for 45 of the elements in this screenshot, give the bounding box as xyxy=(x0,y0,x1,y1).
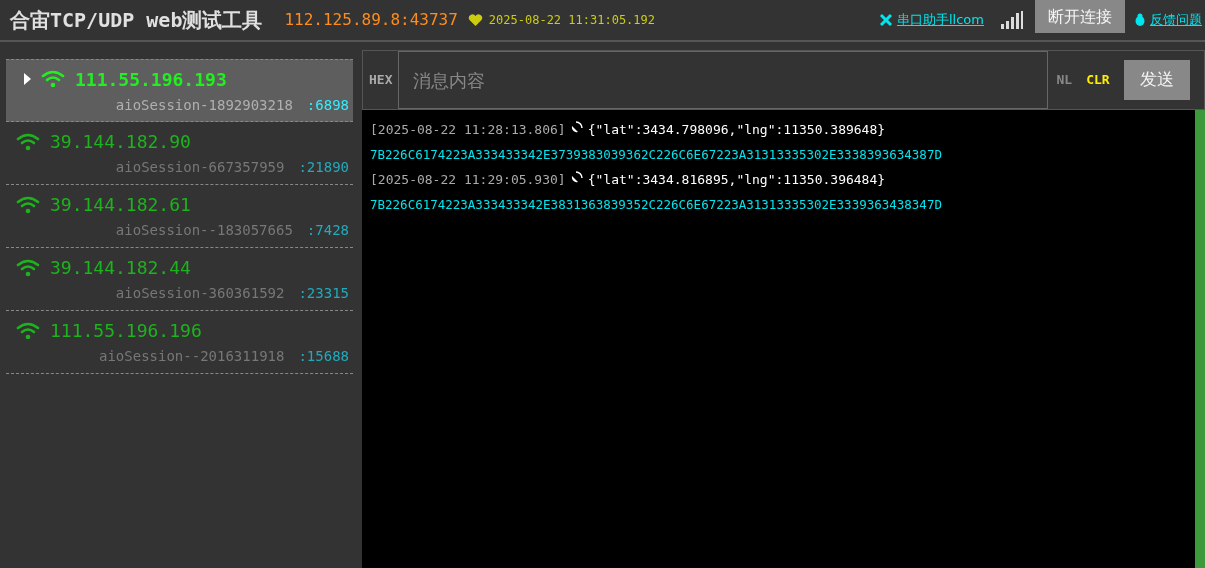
session-ip: 111.55.196.196 xyxy=(50,319,202,343)
session-ip: 111.55.196.193 xyxy=(75,67,227,92)
clear-button[interactable]: CLR xyxy=(1086,70,1110,90)
signal-icon xyxy=(1000,10,1024,30)
session-name: aioSession-360361592 xyxy=(115,284,285,303)
session-port: :23315 xyxy=(298,284,349,303)
session-name: aioSession-667357959 xyxy=(115,158,285,177)
session-port: :21890 xyxy=(298,158,349,177)
message-field[interactable]: 消息内容 xyxy=(398,51,1049,109)
tool-link[interactable]: 串口助手llcom xyxy=(897,10,984,30)
server-address: 112.125.89.8:43737 xyxy=(284,9,458,31)
session-item[interactable]: 111.55.196.193 aioSession-1892903218 :6898 xyxy=(6,59,353,122)
log-time: [2025-08-22 11:29:05.930] xyxy=(370,171,566,190)
session-ip: 39.144.182.61 xyxy=(50,193,191,217)
session-ip: 39.144.182.90 xyxy=(50,130,191,154)
send-button[interactable]: 发送 xyxy=(1123,60,1190,100)
session-port: :15688 xyxy=(298,347,349,366)
timestamp: 2025-08-22 11:31:05.192 xyxy=(488,12,655,29)
session-item[interactable]: 39.144.182.90 aioSession-667357959 :21890 xyxy=(6,122,353,185)
log-message: {"lat":3434.798096,"lng":11350.389648} xyxy=(587,121,886,139)
wifi-icon xyxy=(16,258,40,277)
log-hex: 7B226C6174223A333433342E3739383039362C226C6E67223A31313335302E3338393634387D xyxy=(370,145,943,164)
hex-toggle[interactable]: HEX xyxy=(363,70,399,90)
session-item[interactable]: 111.55.196.196 aioSession--2016311918 :15688 xyxy=(6,311,353,374)
log-hex: 7B226C6174223A333433342E3831363839352C226C6E67223A31313335302E3339363438347D xyxy=(370,195,943,214)
session-ip: 39.144.182.44 xyxy=(50,256,191,280)
wifi-icon xyxy=(41,70,65,88)
session-name: aioSession--2016311918 xyxy=(99,347,285,366)
log-time: [2025-08-22 11:28:13.806] xyxy=(370,121,566,139)
feedback-link[interactable]: 反馈问题 xyxy=(1150,10,1202,30)
session-name: aioSession--183057665 xyxy=(115,221,293,240)
session-item[interactable]: 39.144.182.61 aioSession--183057665 :7428 xyxy=(6,185,353,248)
session-name: aioSession-1892903218 xyxy=(115,95,293,115)
session-port: :7428 xyxy=(306,221,349,240)
heartbeat-icon xyxy=(467,13,483,27)
session-port: :6898 xyxy=(306,95,349,115)
wifi-icon xyxy=(16,195,40,214)
log-message: {"lat":3434.816895,"lng":11350.396484} xyxy=(587,171,886,190)
disconnect-button[interactable]: 断开连接 xyxy=(1035,0,1125,33)
nl-toggle[interactable]: NL xyxy=(1056,70,1073,90)
caret-icon xyxy=(24,73,31,85)
wifi-icon xyxy=(16,132,40,151)
app-title: 合宙TCP/UDP web测试工具 xyxy=(10,7,263,34)
wifi-icon xyxy=(16,321,40,340)
session-item[interactable]: 39.144.182.44 aioSession-360361592 :23315 xyxy=(6,248,353,311)
